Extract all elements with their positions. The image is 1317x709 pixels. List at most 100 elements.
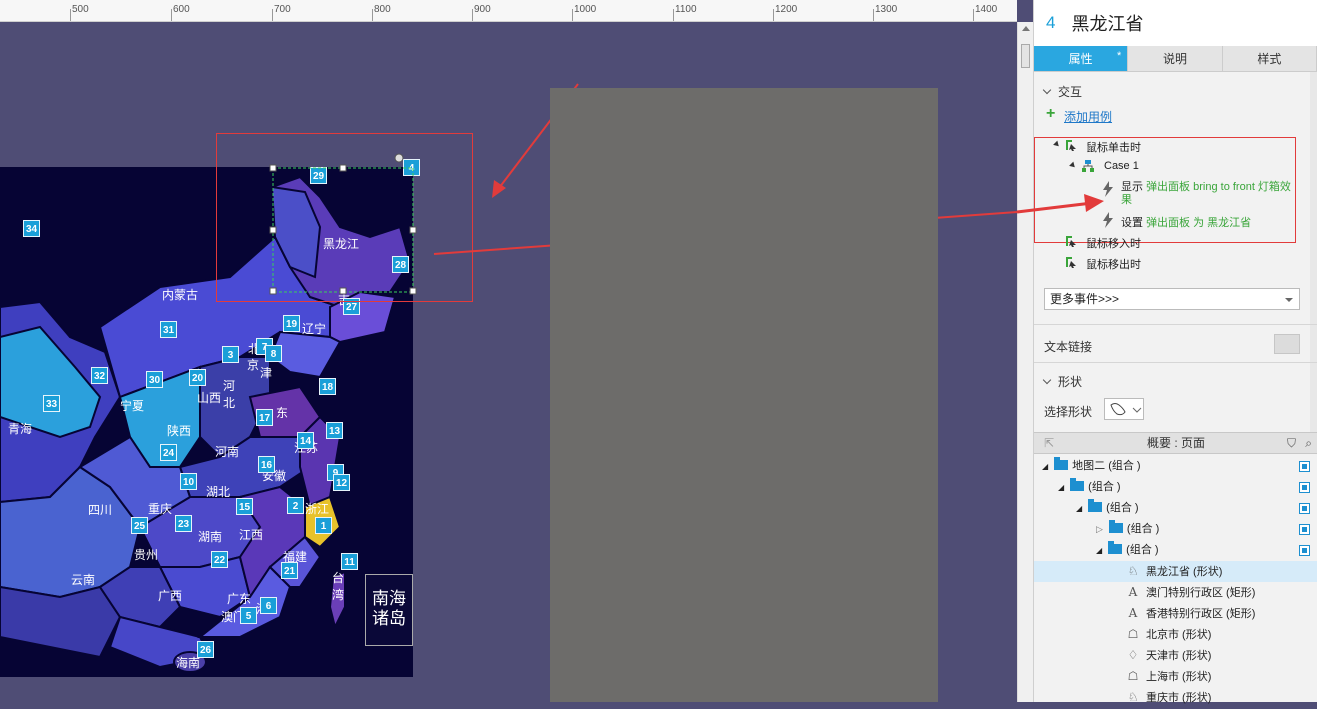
province-badge[interactable]: 32 [91, 367, 108, 384]
province-badge[interactable]: 8 [265, 345, 282, 362]
province-badge[interactable]: 5 [240, 607, 257, 624]
province-label: 湾 [332, 588, 345, 602]
ruler-tick: 1200 [775, 4, 798, 15]
province-badge[interactable]: 11 [341, 553, 358, 570]
tree-item[interactable]: ◢ (组合 ) [1034, 477, 1317, 498]
tree-item[interactable]: ◢ (组合 ) [1034, 498, 1317, 519]
canvas-scrollbar[interactable] [1017, 22, 1033, 702]
ruler-tick: 500 [72, 4, 89, 15]
visibility-toggle-icon[interactable] [1299, 524, 1310, 535]
tree-item-label: (组合 ) [1106, 502, 1139, 514]
province-badge[interactable]: 16 [258, 456, 275, 473]
tree-item[interactable]: ◢ 地图二 (组合 ) [1034, 456, 1317, 477]
text-icon: A [1128, 585, 1138, 599]
more-events-dropdown[interactable]: 更多事件>>> [1044, 288, 1300, 310]
visibility-toggle-icon[interactable] [1299, 482, 1310, 493]
widget-index: 4 [1046, 13, 1056, 32]
filter-icon[interactable]: ⛉ [1287, 433, 1296, 453]
folder-icon [1054, 457, 1069, 470]
province-badge[interactable]: 15 [236, 498, 253, 515]
province-badge[interactable]: 1 [315, 517, 332, 534]
province-badge[interactable]: 14 [297, 432, 314, 449]
province-badge[interactable]: 12 [333, 474, 350, 491]
province-badge[interactable]: 22 [211, 551, 228, 568]
province-badge[interactable]: 10 [180, 473, 197, 490]
expand-arrow-icon[interactable]: ▷ [1096, 524, 1103, 534]
province-badge[interactable]: 21 [281, 562, 298, 579]
province-badge[interactable]: 34 [23, 220, 40, 237]
province-label: 河 [223, 379, 236, 393]
tree-item[interactable]: ☖ 北京市 (形状) [1034, 624, 1317, 645]
province-badge[interactable]: 3 [222, 346, 239, 363]
province-badge[interactable]: 6 [260, 597, 277, 614]
visibility-toggle-icon[interactable] [1299, 461, 1310, 472]
expand-arrow-icon[interactable]: ◢ [1076, 504, 1082, 513]
panel-scrollbar[interactable] [1310, 72, 1317, 432]
select-shape-button[interactable] [1104, 398, 1144, 420]
province-label: 东 [276, 406, 289, 420]
province-badge[interactable]: 30 [146, 371, 163, 388]
action-set-panel-state[interactable]: 设置 弹出面板 为 黑龙江省 [1121, 214, 1251, 230]
shape-icon: ☖ [1127, 627, 1139, 641]
scroll-up-icon[interactable] [1022, 26, 1030, 31]
tree-item[interactable]: ♢ 天津市 (形状) [1034, 645, 1317, 666]
scroll-thumb[interactable] [1021, 44, 1030, 68]
expand-arrow-icon[interactable]: ◢ [1058, 483, 1064, 492]
tree-item[interactable]: ◢ (组合 ) [1034, 540, 1317, 561]
shape-icon: ♢ [1127, 648, 1139, 662]
folder-icon [1088, 499, 1103, 512]
event-on-click[interactable]: 鼠标单击时 [1086, 139, 1141, 155]
event-on-mouse-leave[interactable]: 鼠标移出时 [1086, 256, 1141, 272]
province-badge[interactable]: 18 [319, 378, 336, 395]
province-label: 广西 [158, 589, 183, 603]
province-badge[interactable]: 2 [287, 497, 304, 514]
folder-icon [1108, 520, 1123, 533]
interaction-section-toggle[interactable]: 交互 [1042, 83, 1082, 100]
province-label: 京 [247, 358, 260, 372]
province-badge[interactable]: 31 [160, 321, 177, 338]
province-badge[interactable]: 13 [326, 422, 343, 439]
expand-arrow-icon[interactable]: ◢ [1042, 462, 1048, 471]
province-badge[interactable]: 25 [131, 517, 148, 534]
plus-icon[interactable]: + [1046, 106, 1055, 122]
collapse-all-icon[interactable]: ⇱ [1044, 433, 1054, 453]
visibility-toggle-icon[interactable] [1299, 503, 1310, 514]
visibility-toggle-icon[interactable] [1299, 545, 1310, 556]
search-icon[interactable]: ⌕ [1305, 433, 1312, 453]
case-item[interactable]: Case 1 [1104, 160, 1139, 172]
popup-panel-placeholder[interactable] [550, 88, 938, 702]
tree-item[interactable]: A 澳门特别行政区 (矩形) [1034, 582, 1317, 603]
tree-item-label: 地图二 (组合 ) [1072, 460, 1141, 472]
chevron-down-icon [1042, 85, 1052, 95]
tree-item[interactable]: ☖ 上海市 (形状) [1034, 666, 1317, 687]
tab-style[interactable]: 样式 [1222, 46, 1317, 71]
event-icon [1066, 236, 1076, 247]
design-canvas[interactable]: 黑龙江 内蒙古 吉 辽宁 北 京 津 河 北 山西 宁夏 陕西 青海 河南 东 … [0, 22, 1017, 702]
shape-icon: ♘ [1127, 690, 1139, 704]
shape-section-toggle[interactable]: 形状 [1042, 373, 1082, 390]
province-badge[interactable]: 17 [256, 409, 273, 426]
action-show-panel[interactable]: 显示 弹出面板 bring to front 灯箱效果 [1121, 181, 1297, 207]
tab-notes[interactable]: 说明 [1128, 46, 1223, 71]
tab-label: 说明 [1162, 52, 1187, 66]
province-badge[interactable]: 26 [197, 641, 214, 658]
tree-item[interactable]: A 香港特别行政区 (矩形) [1034, 603, 1317, 624]
lightning-icon [1103, 212, 1113, 228]
expand-arrow-icon[interactable]: ◢ [1096, 546, 1102, 555]
widget-name[interactable]: 黑龙江省 [1071, 10, 1143, 36]
tree-item[interactable]: ▷ (组合 ) [1034, 519, 1317, 540]
province-badge[interactable]: 23 [175, 515, 192, 532]
shape-icon: ☖ [1127, 669, 1139, 683]
province-label: 山西 [197, 391, 222, 405]
tree-item-selected[interactable]: ♘ 黑龙江省 (形状) [1034, 561, 1317, 582]
province-badge[interactable]: 19 [283, 315, 300, 332]
province-badge[interactable]: 20 [189, 369, 206, 386]
tab-properties[interactable]: 属性 * [1034, 46, 1129, 71]
add-case-link[interactable]: 添加用例 [1064, 108, 1112, 125]
divider [1034, 324, 1317, 325]
text-link-button[interactable] [1274, 334, 1300, 354]
tree-item[interactable]: ♘ 重庆市 (形状) [1034, 687, 1317, 708]
province-badge[interactable]: 33 [43, 395, 60, 412]
event-on-mouse-enter[interactable]: 鼠标移入时 [1086, 235, 1141, 251]
province-badge[interactable]: 24 [160, 444, 177, 461]
